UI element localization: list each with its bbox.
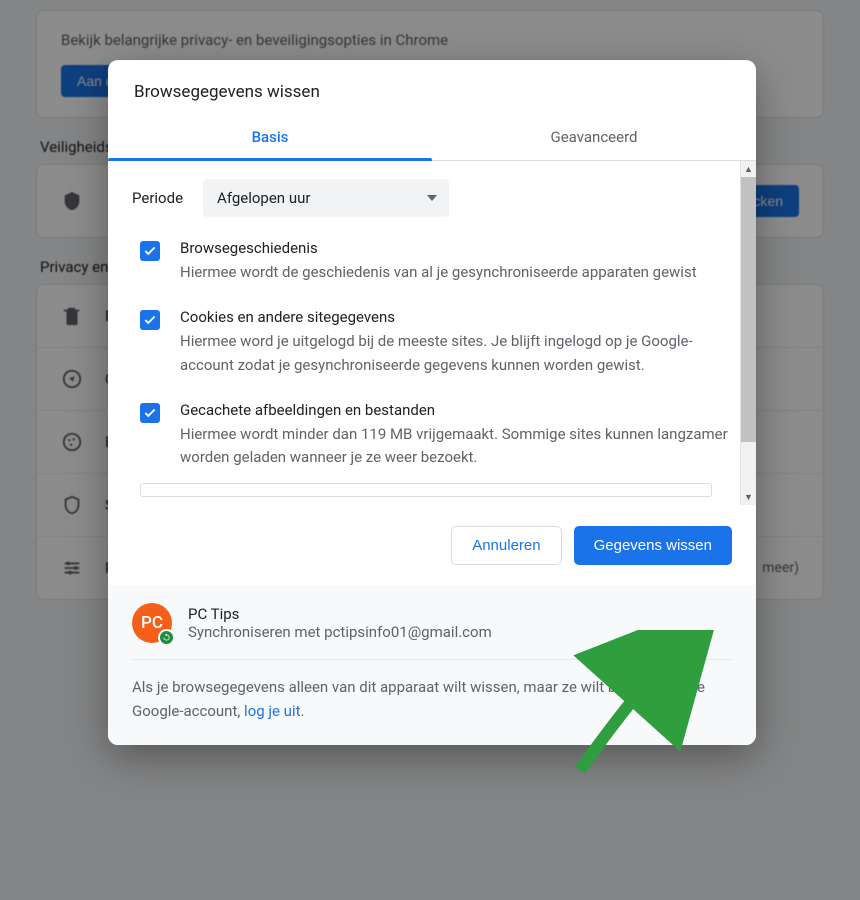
dialog-scroll-area: Periode Afgelopen uur Browsegeschiedenis…	[108, 161, 740, 505]
option-cookies: Cookies en andere sitegegevens Hiermee w…	[140, 308, 728, 377]
option-cache: Gecachete afbeeldingen en bestanden Hier…	[140, 401, 728, 470]
check-icon	[143, 406, 157, 420]
scroll-up-icon[interactable]: ▲	[740, 161, 756, 177]
period-value: Afgelopen uur	[217, 189, 310, 207]
scroll-track[interactable]	[740, 177, 756, 489]
clear-data-dialog: Browsegegevens wissen Basis Geavanceerd …	[108, 60, 756, 745]
footnote-text-b: .	[300, 702, 304, 720]
cancel-button[interactable]: Annuleren	[451, 526, 561, 565]
period-label: Periode	[132, 189, 183, 207]
option-desc: Hiermee wordt minder dan 119 MB vrijgema…	[180, 423, 728, 470]
tab-basic[interactable]: Basis	[108, 116, 432, 160]
checkbox-history[interactable]	[140, 241, 160, 261]
avatar-initials: PC	[141, 613, 163, 633]
account-panel: PC PC Tips Synchroniseren met pctipsinfo…	[108, 585, 756, 745]
account-name: PC Tips	[188, 605, 492, 623]
check-icon	[143, 313, 157, 327]
chevron-down-icon	[427, 195, 437, 201]
logout-link[interactable]: log je uit	[244, 702, 300, 720]
confirm-button[interactable]: Gegevens wissen	[574, 526, 732, 565]
avatar: PC	[132, 603, 172, 643]
option-title: Browsegeschiedenis	[180, 239, 697, 257]
tab-advanced[interactable]: Geavanceerd	[432, 116, 756, 160]
checkbox-cookies[interactable]	[140, 310, 160, 330]
checkbox-cache[interactable]	[140, 403, 160, 423]
dialog-actions: Annuleren Gegevens wissen	[108, 505, 756, 585]
footnote-text-a: Als je browsegegevens alleen van dit app…	[132, 678, 705, 719]
scrollbar[interactable]: ▲ ▼	[740, 161, 756, 505]
scroll-down-icon[interactable]: ▼	[740, 489, 756, 505]
dialog-title: Browsegegevens wissen	[108, 60, 756, 116]
dialog-tabs: Basis Geavanceerd	[108, 116, 756, 161]
check-icon	[143, 244, 157, 258]
period-dropdown[interactable]: Afgelopen uur	[203, 179, 449, 217]
extra-cutoff-box	[140, 483, 712, 497]
period-row: Periode Afgelopen uur	[132, 179, 732, 217]
option-desc: Hiermee wordt de geschiedenis van al je …	[180, 261, 697, 284]
footnote: Als je browsegegevens alleen van dit app…	[132, 660, 732, 723]
option-title: Cookies en andere sitegegevens	[180, 308, 728, 326]
sync-badge	[158, 629, 175, 646]
scroll-thumb[interactable]	[741, 177, 756, 442]
account-sync: Synchroniseren met pctipsinfo01@gmail.co…	[188, 623, 492, 641]
option-title: Gecachete afbeeldingen en bestanden	[180, 401, 728, 419]
option-history: Browsegeschiedenis Hiermee wordt de gesc…	[140, 239, 728, 284]
sync-icon	[162, 633, 171, 642]
option-desc: Hiermee word je uitgelogd bij de meeste …	[180, 330, 728, 377]
